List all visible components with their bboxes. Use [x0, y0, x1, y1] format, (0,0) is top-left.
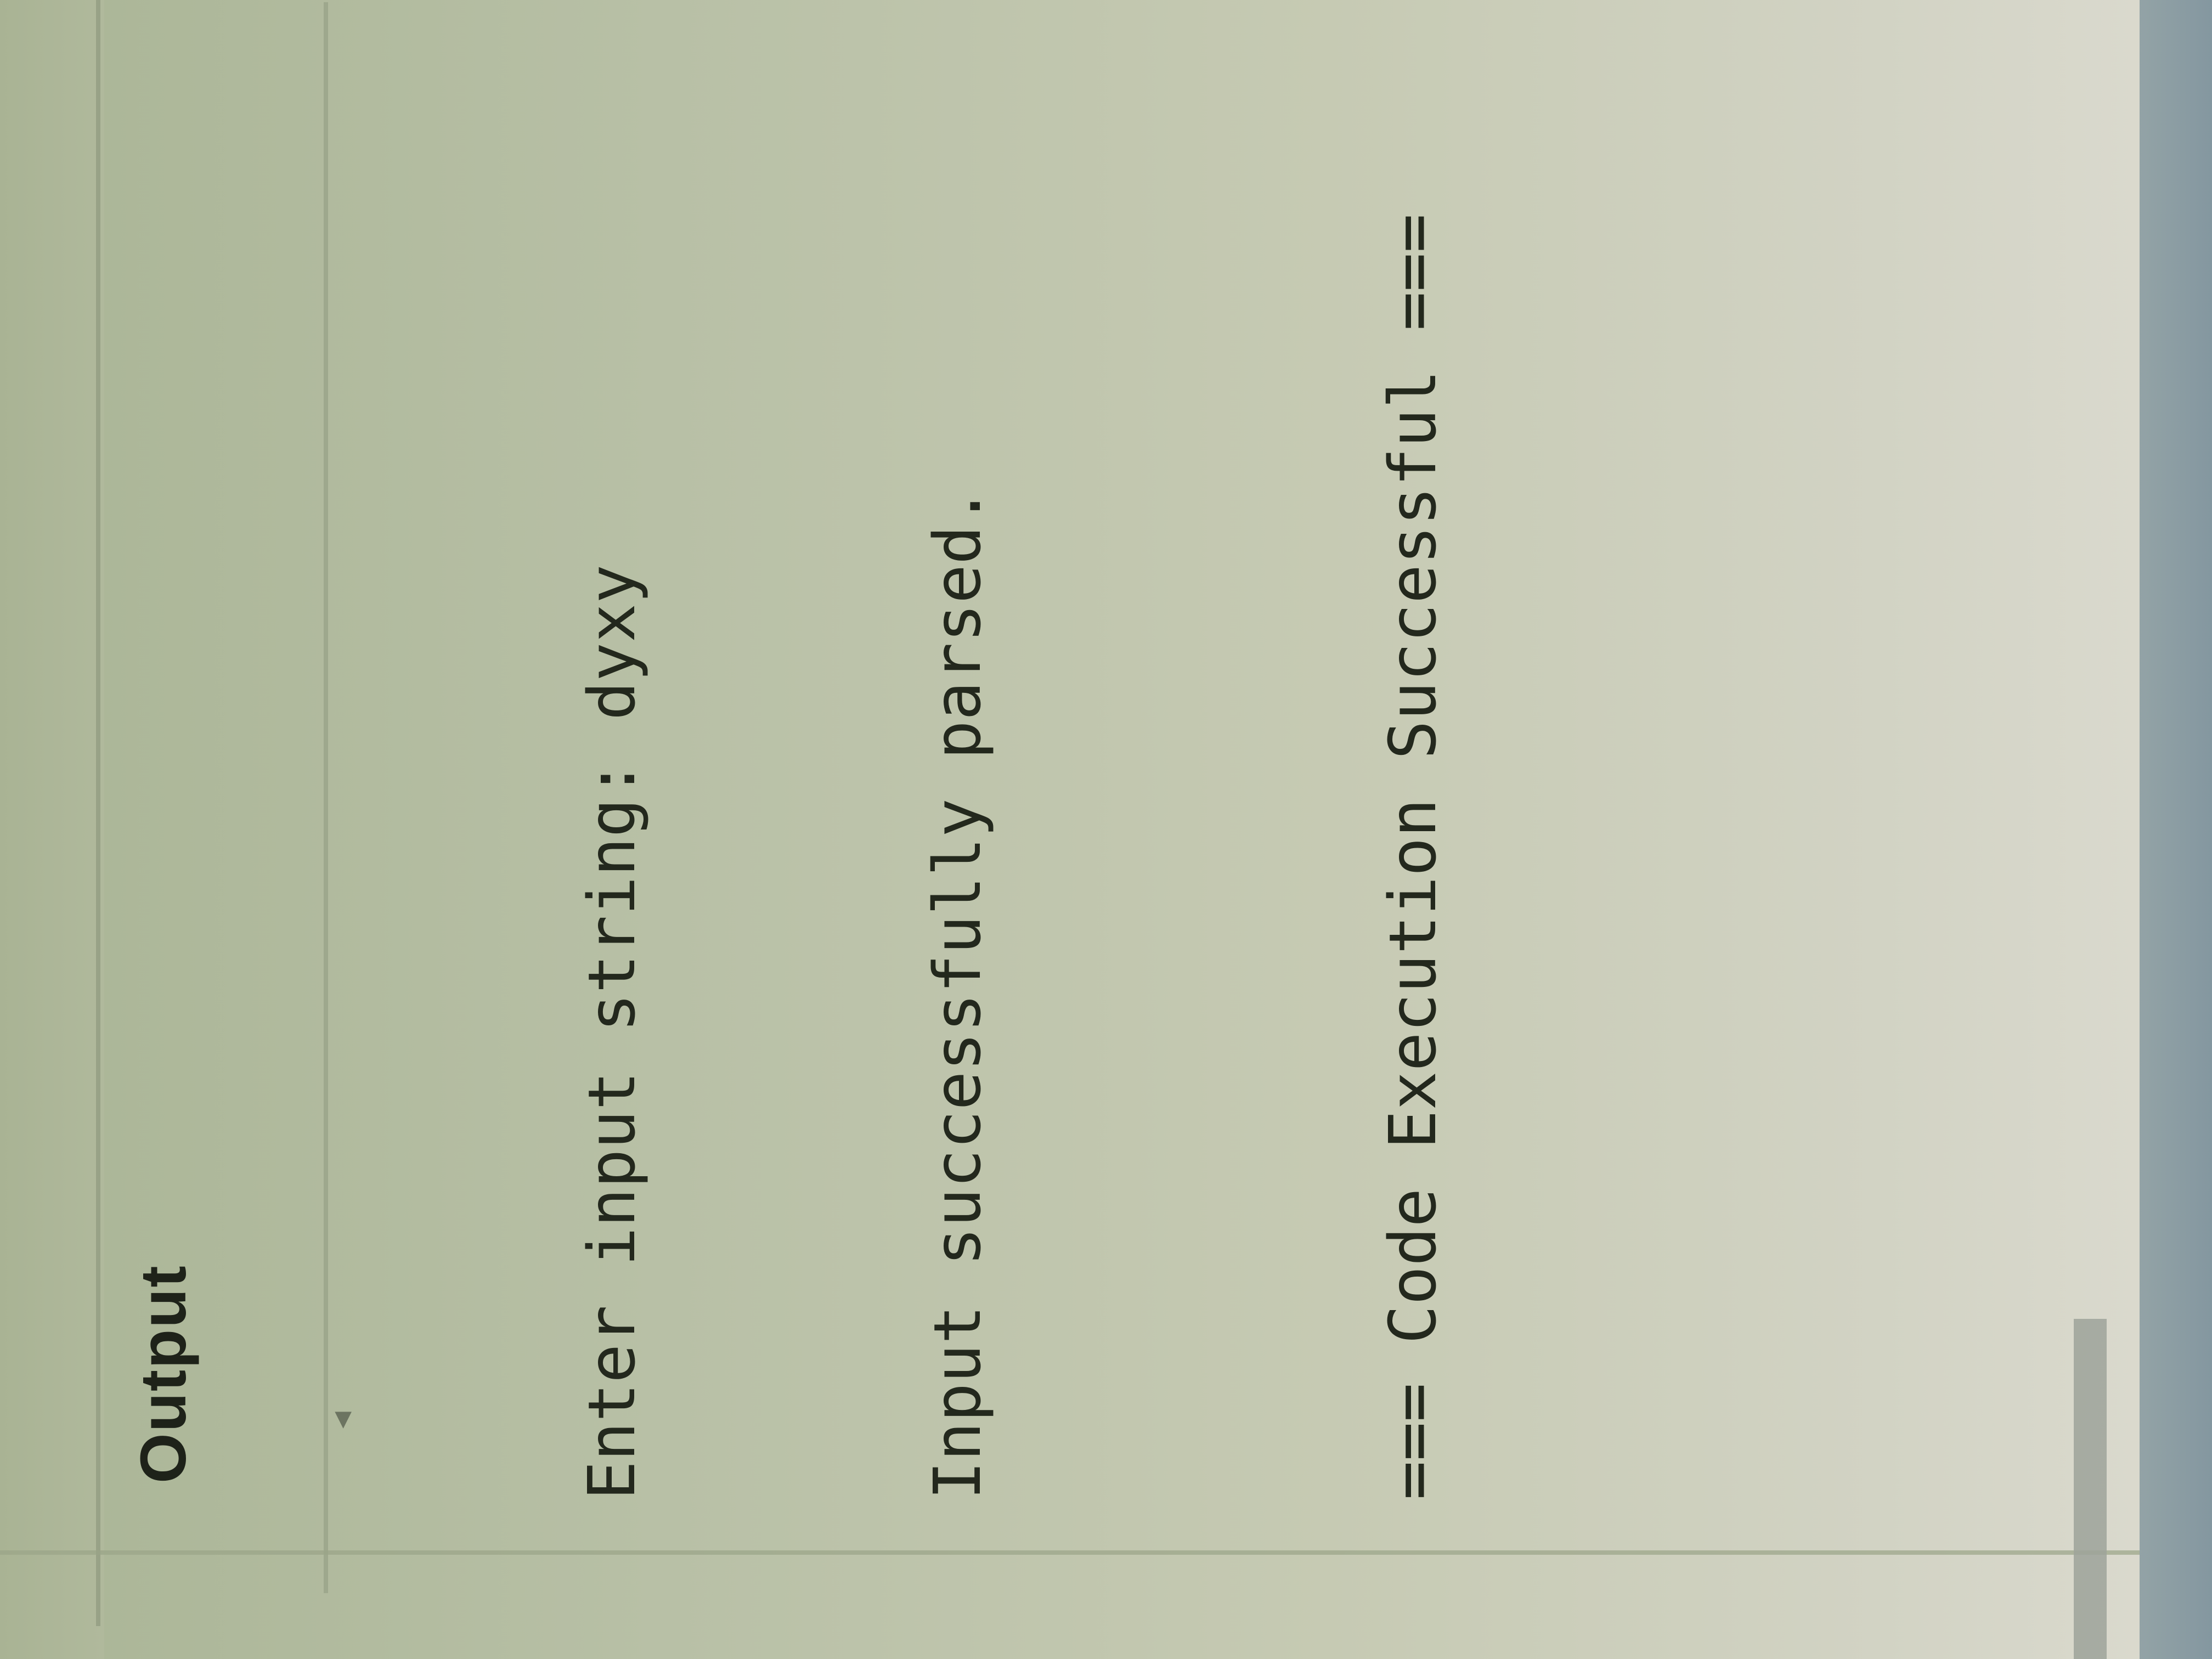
gutter-divider	[96, 0, 100, 1626]
panel-title: Output	[127, 1265, 200, 1483]
scrollbar-thumb[interactable]	[2074, 1319, 2107, 1659]
status-bar	[2140, 0, 2212, 1659]
ide-screen: Output ◀ Enter input string: dyxy Input …	[0, 0, 2212, 1659]
console-line: Input successfully parsed.	[919, 486, 995, 1500]
console-line: === Code Execution Successful ===	[1375, 213, 1451, 1500]
console-line: Enter input string: dyxy	[574, 564, 650, 1500]
photo-viewport: Output ◀ Enter input string: dyxy Input …	[0, 0, 2212, 1659]
panel-divider[interactable]	[0, 1550, 2212, 1555]
left-gutter	[0, 0, 104, 1659]
console-output: Enter input string: dyxy Input successfu…	[324, 214, 1701, 1500]
